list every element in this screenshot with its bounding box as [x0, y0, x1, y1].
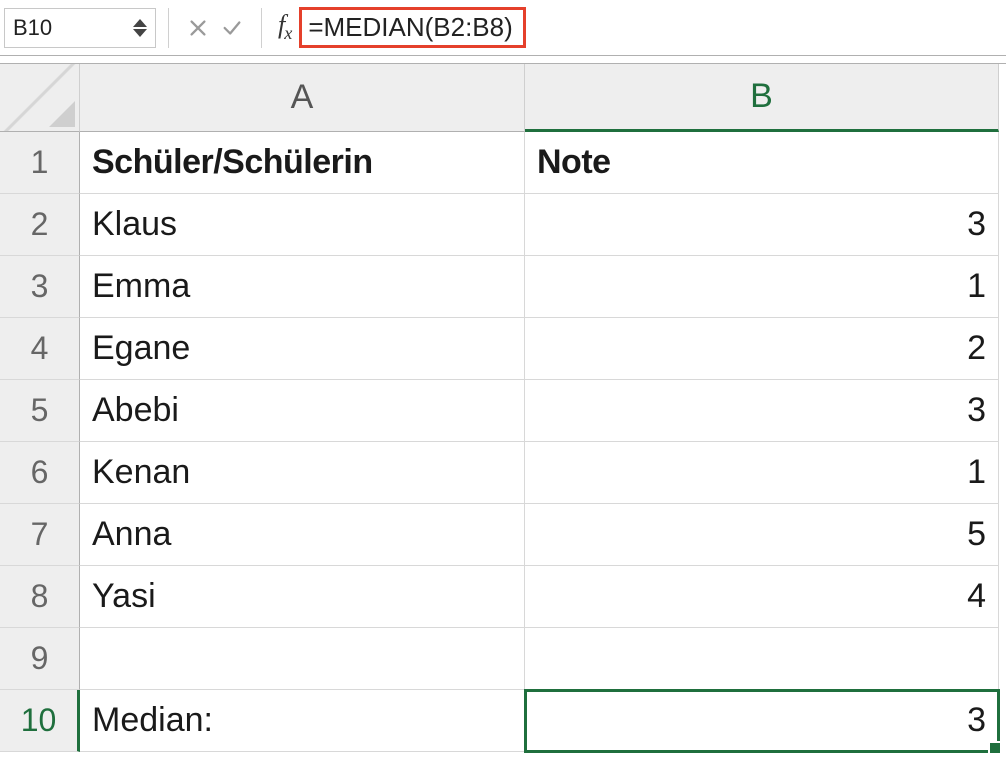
cell-B4[interactable]: 2 — [525, 318, 999, 380]
cell-A8[interactable]: Yasi — [80, 566, 525, 628]
cell-B10[interactable]: 3 — [525, 690, 999, 752]
row-header-1[interactable]: 1 — [0, 132, 80, 194]
cancel-button[interactable] — [181, 8, 215, 48]
name-box-stepper[interactable] — [133, 19, 147, 37]
confirm-button[interactable] — [215, 8, 249, 48]
cell-B5[interactable]: 3 — [525, 380, 999, 442]
chevron-up-icon[interactable] — [133, 19, 147, 27]
cell-A9[interactable] — [80, 628, 525, 690]
row-header-5[interactable]: 5 — [0, 380, 80, 442]
formula-input-wrap[interactable]: =MEDIAN(B2:B8) — [299, 8, 525, 48]
row-header-9[interactable]: 9 — [0, 628, 80, 690]
cell-A5[interactable]: Abebi — [80, 380, 525, 442]
cell-A3[interactable]: Emma — [80, 256, 525, 318]
cell-B2[interactable]: 3 — [525, 194, 999, 256]
row-header-6[interactable]: 6 — [0, 442, 80, 504]
fx-label[interactable]: fx — [278, 10, 291, 44]
select-all-corner[interactable] — [0, 64, 80, 132]
formula-bar: B10 fx =MEDIAN(B2:B8) — [0, 0, 1006, 56]
cell-B9[interactable] — [525, 628, 999, 690]
cell-A10[interactable]: Median: — [80, 690, 525, 752]
cell-A2[interactable]: Klaus — [80, 194, 525, 256]
sheet-top-edge — [0, 56, 1006, 64]
chevron-down-icon[interactable] — [133, 29, 147, 37]
close-icon — [187, 17, 209, 39]
cell-A6[interactable]: Kenan — [80, 442, 525, 504]
cell-A7[interactable]: Anna — [80, 504, 525, 566]
check-icon — [221, 17, 243, 39]
col-header-B[interactable]: B — [525, 64, 999, 132]
row-header-7[interactable]: 7 — [0, 504, 80, 566]
row-header-4[interactable]: 4 — [0, 318, 80, 380]
col-header-A[interactable]: A — [80, 64, 525, 132]
row-header-10[interactable]: 10 — [0, 690, 80, 752]
row-header-3[interactable]: 3 — [0, 256, 80, 318]
divider — [261, 8, 262, 48]
name-box-value: B10 — [13, 15, 52, 41]
cell-B3[interactable]: 1 — [525, 256, 999, 318]
cell-A1[interactable]: Schüler/Schülerin — [80, 132, 525, 194]
row-header-8[interactable]: 8 — [0, 566, 80, 628]
cell-B1[interactable]: Note — [525, 132, 999, 194]
cell-B7[interactable]: 5 — [525, 504, 999, 566]
row-header-2[interactable]: 2 — [0, 194, 80, 256]
spreadsheet-grid[interactable]: A B 1 Schüler/Schülerin Note 2 Klaus 3 3… — [0, 64, 1006, 752]
divider — [168, 8, 169, 48]
cell-B6[interactable]: 1 — [525, 442, 999, 504]
cell-A4[interactable]: Egane — [80, 318, 525, 380]
cell-B8[interactable]: 4 — [525, 566, 999, 628]
formula-input[interactable]: =MEDIAN(B2:B8) — [299, 7, 525, 48]
name-box[interactable]: B10 — [4, 8, 156, 48]
